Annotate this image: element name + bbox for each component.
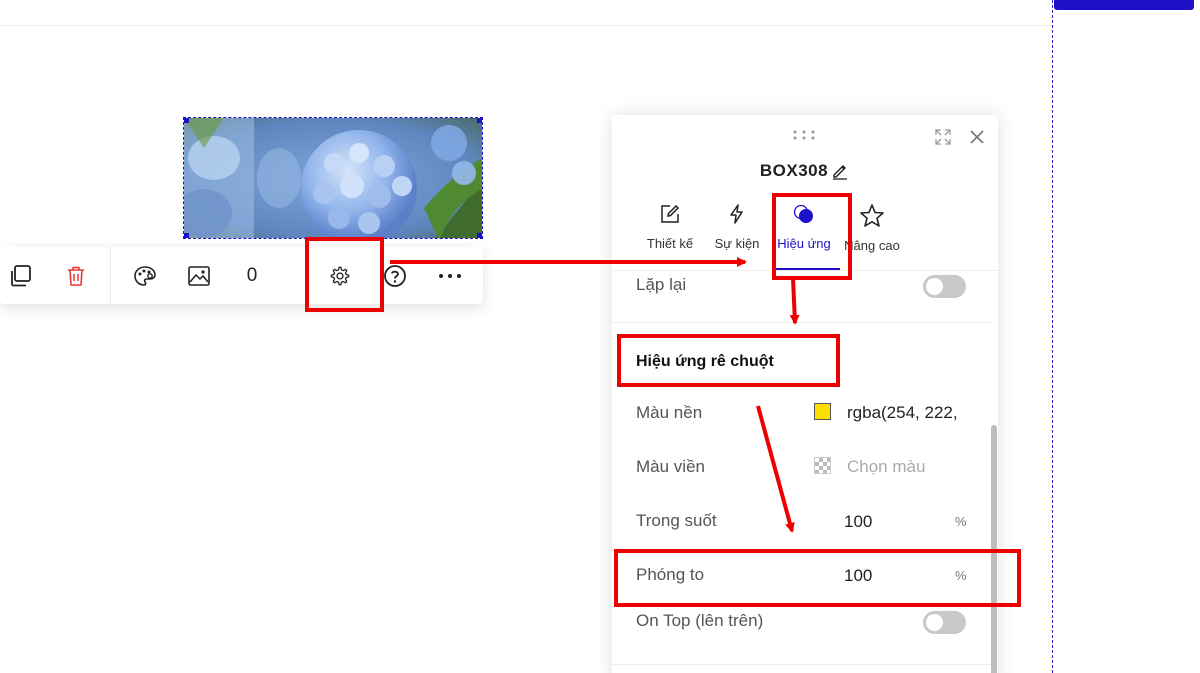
tab-design-label: Thiết kế [646, 236, 694, 251]
help-button[interactable] [380, 247, 410, 304]
palette-icon [134, 265, 156, 286]
tab-events-label: Sự kiện [714, 236, 760, 251]
tabs-divider [612, 270, 998, 271]
ontop-label: On Top (lên trên) [636, 611, 764, 630]
effect-icon [793, 204, 813, 223]
section-divider [612, 664, 992, 665]
image-icon [188, 265, 210, 286]
panel-title: BOX308 [759, 161, 829, 180]
editor-canvas: 0 BOX308 Thiết kế Sự kiện Hiệu ứng Nâng … [0, 0, 1200, 673]
ontop-toggle-knob [926, 614, 943, 631]
bg-color-value[interactable]: rgba(254, 222, [847, 403, 958, 423]
delete-button[interactable] [62, 247, 90, 304]
opacity-unit: % [955, 514, 967, 529]
settings-button[interactable] [325, 247, 355, 304]
ontop-toggle[interactable] [923, 611, 966, 634]
copy-icon [11, 264, 31, 286]
tab-advanced[interactable]: Nâng cao [837, 203, 907, 253]
bg-color-label: Màu nền [636, 403, 703, 422]
hover-effect-section-title: Hiệu ứng rê chuột [636, 353, 774, 370]
hydrangea-image [184, 118, 482, 238]
copy-button[interactable] [5, 247, 37, 304]
tab-events[interactable]: Sự kiện [702, 203, 772, 251]
zoom-unit: % [955, 568, 967, 583]
annotation-overlay [305, 193, 1021, 607]
change-image-button[interactable] [184, 247, 214, 304]
element-toolbar: 0 [0, 247, 483, 304]
tab-effects[interactable]: Hiệu ứng [769, 203, 839, 251]
bg-color-swatch[interactable] [814, 403, 831, 420]
selected-image-element[interactable] [183, 117, 483, 239]
panel-scrollbar[interactable] [991, 425, 997, 673]
opacity-label: Trong suốt [636, 511, 717, 530]
count-value: 0 [246, 264, 258, 286]
star-icon [860, 204, 884, 227]
settings-icon [330, 266, 350, 285]
topbar-divider [0, 25, 1052, 26]
tab-design[interactable]: Thiết kế [635, 203, 705, 251]
zoom-input[interactable]: 100 [844, 566, 872, 586]
more-icon [439, 273, 461, 278]
edit-icon [661, 204, 680, 223]
lightning-icon [730, 204, 743, 224]
tab-effects-label: Hiệu ứng [777, 236, 831, 251]
resize-handle-tl[interactable] [184, 118, 189, 123]
layout-guide-line [1052, 0, 1053, 673]
section-divider [612, 322, 992, 323]
zoom-label: Phóng to [636, 565, 705, 584]
edit-title-icon[interactable] [831, 162, 849, 180]
border-color-label: Màu viền [636, 457, 705, 476]
drag-handle-icon[interactable] [792, 129, 816, 141]
repeat-toggle[interactable] [923, 275, 966, 298]
toolbar-separator [110, 247, 111, 304]
border-color-picker[interactable]: Chọn màu [847, 457, 925, 477]
delete-icon [68, 266, 84, 286]
properties-panel: BOX308 Thiết kế Sự kiện Hiệu ứng Nâng ca… [612, 115, 998, 673]
tab-advanced-label: Nâng cao [844, 238, 900, 253]
opacity-input[interactable]: 100 [844, 512, 872, 532]
close-icon[interactable] [969, 129, 985, 145]
more-button[interactable] [434, 247, 466, 304]
repeat-label: Lặp lại [636, 275, 687, 294]
border-color-swatch[interactable] [814, 457, 831, 474]
primary-action-button[interactable] [1054, 0, 1194, 10]
help-icon [384, 264, 406, 287]
style-button[interactable] [130, 247, 160, 304]
repeat-toggle-knob [926, 278, 943, 295]
expand-icon[interactable] [934, 128, 952, 146]
